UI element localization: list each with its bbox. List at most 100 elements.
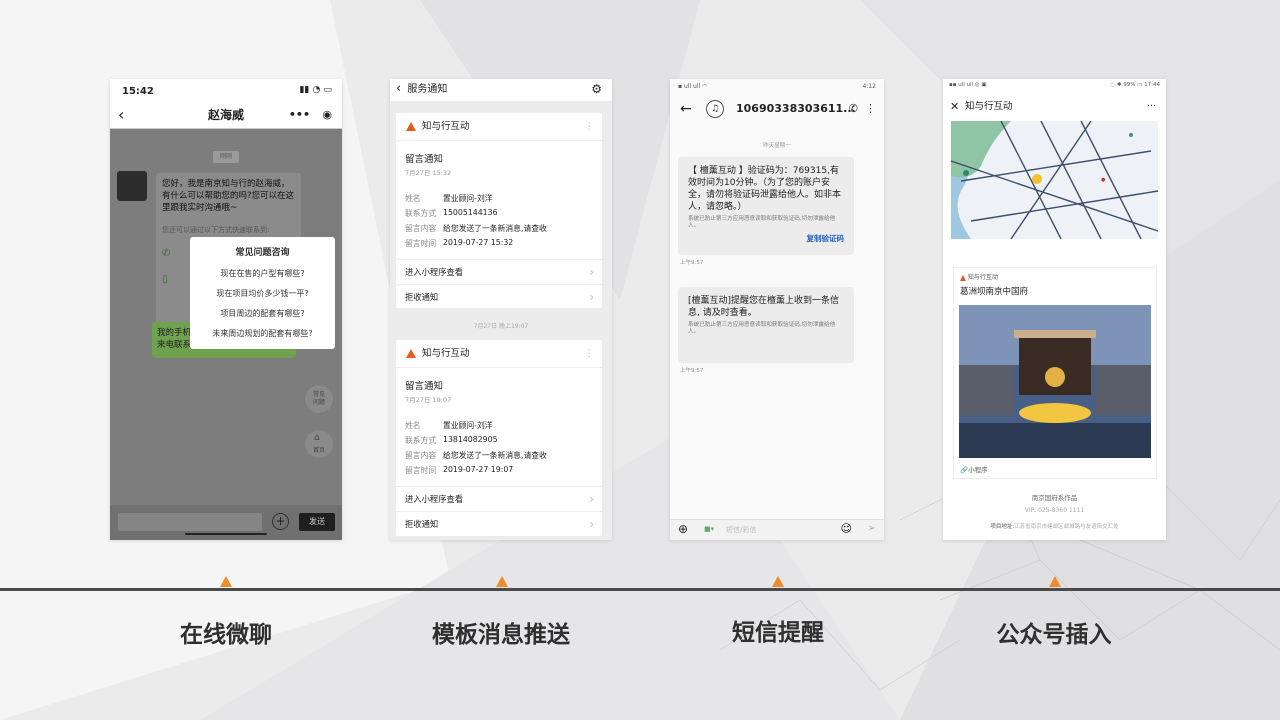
sms-bubble: 【 檀薰互动 】验证码为：769315,有效时间为10分钟。（为了您的账户安全，… <box>678 157 854 255</box>
copy-code-button[interactable]: 复制验证码 <box>807 233 845 245</box>
more-icon[interactable]: ··· <box>1147 93 1156 121</box>
faq-question[interactable]: 现在在售的户型有哪些? <box>190 264 335 284</box>
card-brand: 知与行互动 <box>422 121 470 132</box>
sms-bubble: [檀薰互动]提醒您在檀薰上收到一条信息, 请及时查看。 系统已防止第三方应用恶意… <box>678 287 854 363</box>
more-icon[interactable]: ⋮ <box>585 113 595 141</box>
status-time: 15:42 <box>122 86 154 97</box>
phone-live-chat: 15:42 ▮▮ ◔ ▭ ‹ 赵海威 ••• ◉ 刚刚 您好，我是南京知与行的赵… <box>110 79 342 540</box>
service-header: ‹ 服务通知 ⚙ <box>390 79 612 101</box>
emoji-icon[interactable]: ☺ <box>841 522 852 535</box>
card-row: 联系方式 13814082905 <box>405 435 498 445</box>
sms-security-note: 系统已防止第三方应用恶意读取和获取验证码,切勿泄露给他人。 <box>688 322 836 335</box>
date-header: 昨天星期一 <box>763 143 791 149</box>
back-arrow-icon[interactable]: ‹ <box>396 81 401 96</box>
sms-time: 上午9:57 <box>680 368 704 374</box>
label-official-account: 公众号插入 <box>996 622 1112 648</box>
card-row: 留言时间 2019-07-27 15:32 <box>405 238 514 248</box>
phone-official-account: ▪▪ ull ull ◎ ▣ ◌ ✱ 99% ▭ 17:44 ✕ 知与行互动 ·… <box>943 79 1166 540</box>
reject-notice-link[interactable]: 拒收通知 <box>396 284 602 310</box>
sms-security-note: 系统已防止第三方应用恶意读取和获取验证码,切勿泄露给他人。 <box>688 216 836 229</box>
sms-input-bar: ⊕ ■▾ 短信/彩信 ☺ ➢ <box>670 519 884 540</box>
card-date: 7月27日 15:32 <box>405 169 452 177</box>
card-row: 联系方式 15005144136 <box>405 208 498 218</box>
card-brand: 知与行互动 <box>967 274 998 281</box>
agent-avatar <box>117 171 147 201</box>
sms-input[interactable]: 短信/彩信 <box>726 525 756 535</box>
sender-number: 10690338303611... <box>736 102 856 115</box>
back-arrow-icon[interactable]: ← <box>680 95 692 123</box>
signal-wifi-battery-icon: ▮▮ ◔ ▭ <box>299 85 332 95</box>
call-icon[interactable]: ✆ <box>849 95 858 123</box>
sms-header: ← ♫ 10690338303611... ✆ ⋮ <box>670 95 884 123</box>
status-time: 4:12 <box>862 83 876 90</box>
card-row: 姓名 置业顾问-刘洋 <box>405 421 493 430</box>
article-title: 知与行互动 <box>965 101 1013 112</box>
timeline-line <box>0 588 1280 591</box>
article-header: ✕ 知与行互动 ··· <box>943 93 1166 121</box>
more-icon[interactable]: ⋮ <box>585 340 595 368</box>
sms-time: 上午9:57 <box>680 260 704 266</box>
notice-card: 知与行互动 ⋮ 留言通知 7月27日 19:07 姓名 置业顾问-刘洋 联系方式 13… <box>396 340 602 537</box>
message-input[interactable] <box>118 513 262 531</box>
home-icon: ⌂ <box>314 433 320 443</box>
more-icon[interactable]: ⋮ <box>865 95 876 123</box>
label-live-chat: 在线微聊 <box>180 622 272 648</box>
status-bar: ▪▪ ull ull ◎ ▣ ◌ ✱ 99% ▭ 17:44 <box>943 79 1166 93</box>
vip-phone: VIP: 025-8360 1111 <box>1024 507 1085 514</box>
close-icon[interactable]: ✕ <box>950 93 959 121</box>
notice-card: 知与行互动 ⋮ 留言通知 7月27日 15:32 姓名 置业顾问-刘洋 联系方式 15… <box>396 113 602 310</box>
card-title: 葛洲坝南京中国府 <box>960 287 1029 297</box>
time-divider: 7月27日 晚上19:07 <box>473 323 529 330</box>
faq-side-button[interactable]: 常见 问题 <box>305 385 333 413</box>
miniprogram-card[interactable]: 知与行互动 葛洲坝南京中国府 🔗小程序 <box>953 267 1157 479</box>
label-template-push: 模板消息推送 <box>432 622 570 648</box>
faq-question[interactable]: 未来周边规划的配套有哪些? <box>190 324 335 344</box>
close-target-icon[interactable]: ◉ <box>322 103 332 127</box>
chat-header: ‹ 赵海威 ••• ◉ <box>110 103 342 129</box>
card-title: 留言通知 <box>405 381 444 392</box>
home-side-button[interactable]: ⌂ 首页 <box>305 430 333 458</box>
status-bar: 15:42 ▮▮ ◔ ▭ <box>110 79 342 103</box>
card-row: 留言内容 给您发送了一条新消息,请查收 <box>405 451 547 460</box>
card-date: 7月27日 19:07 <box>405 396 452 404</box>
plus-icon[interactable]: + <box>272 513 289 530</box>
home-label: 首页 <box>312 447 325 454</box>
signal-icon: ▪▪ ull ull ◎ ▣ <box>949 82 987 88</box>
faq-question[interactable]: 项目周边的配套有哪些? <box>190 304 335 324</box>
card-brand-row: 知与行互动 <box>954 268 1156 285</box>
send-icon[interactable]: ➢ <box>868 523 876 534</box>
date-chip: 刚刚 <box>213 151 239 163</box>
timeline-marker <box>772 576 784 587</box>
back-arrow-icon[interactable]: ‹ <box>118 103 124 127</box>
reject-notice-link[interactable]: 拒收通知 <box>396 511 602 537</box>
bell-icon[interactable]: ♫ <box>706 100 724 118</box>
plus-icon[interactable]: ⊕ <box>678 522 688 536</box>
signal-icon: ▪ ull ull ◠ <box>678 83 708 90</box>
gear-icon[interactable]: ⚙ <box>591 79 602 99</box>
timeline-marker <box>496 576 508 587</box>
svg-text:●: ● <box>1101 177 1106 183</box>
service-title: 服务通知 <box>407 84 448 95</box>
map-image: ● <box>951 121 1158 239</box>
phone-sms: ▪ ull ull ◠ 4:12 ← ♫ 10690338303611... ✆… <box>670 79 884 540</box>
card-row: 留言时间 2019-07-27 19:07 <box>405 465 514 475</box>
building-photo <box>959 305 1151 458</box>
more-icon[interactable]: ••• <box>289 103 310 127</box>
phone-template-message: ‹ 服务通知 ⚙ 知与行互动 ⋮ 留言通知 7月27日 15:32 姓名 置业顾问-… <box>390 79 612 540</box>
card-brand: 知与行互动 <box>422 348 470 359</box>
timeline-marker <box>1049 576 1061 587</box>
input-bar: + 发送 <box>110 505 342 540</box>
greeting-text: 您好，我是南京知与行的赵海威，有什么可以帮助您的吗?您可以在这里跟我实时沟通哦~ <box>162 179 295 213</box>
faq-question[interactable]: 现在项目均价多少钱一平? <box>190 284 335 304</box>
open-miniprogram-link[interactable]: 进入小程序查看 <box>396 486 602 512</box>
faq-popup: 常见问题咨询 现在在售的户型有哪些? 现在项目均价多少钱一平? 项目周边的配套有… <box>190 237 335 349</box>
card-title: 留言通知 <box>405 154 444 165</box>
miniprogram-tag: 🔗小程序 <box>960 466 988 474</box>
sms-text: [檀薰互动]提醒您在檀薰上收到一条信息, 请及时查看。 <box>688 296 840 318</box>
card-row: 姓名 置业顾问-刘洋 <box>405 194 493 203</box>
send-button[interactable]: 发送 <box>299 513 335 531</box>
status-bar: ▪ ull ull ◠ 4:12 <box>670 79 884 95</box>
chat-title: 赵海威 <box>207 108 244 122</box>
open-miniprogram-link[interactable]: 进入小程序查看 <box>396 259 602 285</box>
sim-icon[interactable]: ■▾ <box>704 525 714 533</box>
